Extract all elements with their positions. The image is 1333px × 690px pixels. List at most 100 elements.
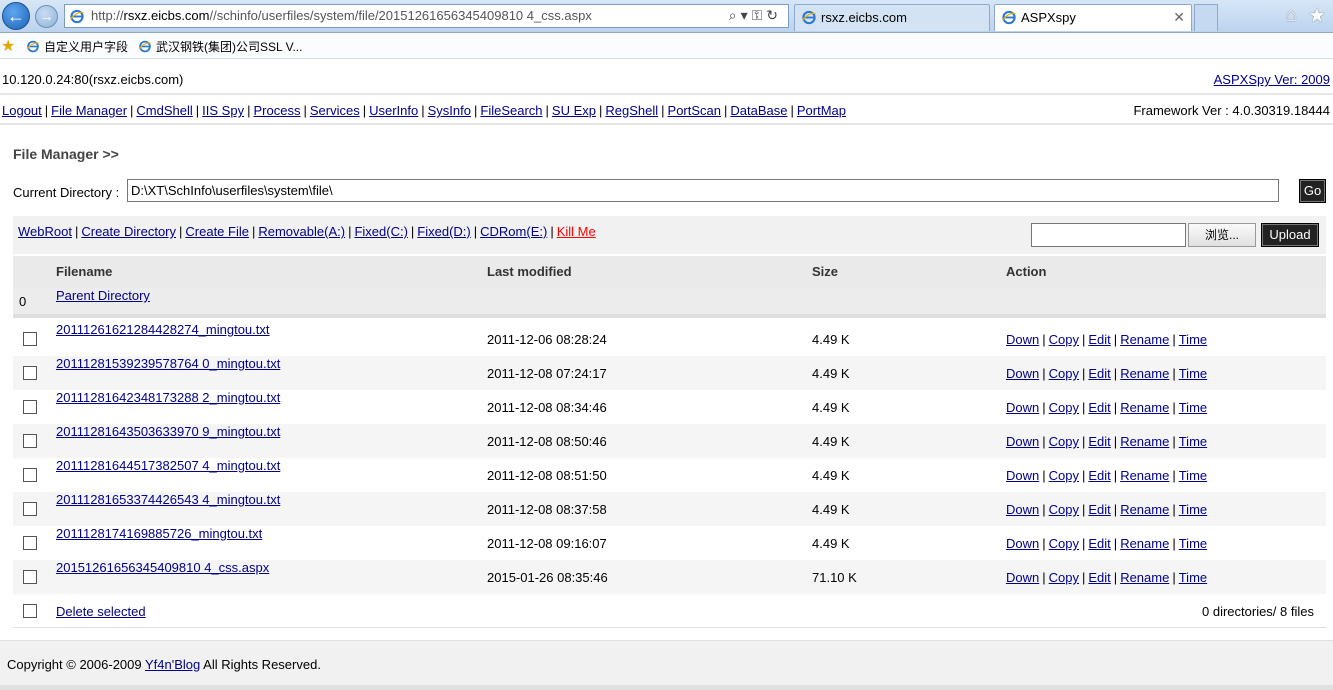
action-edit[interactable]: Edit [1088, 400, 1110, 415]
nav-services[interactable]: Services [310, 103, 360, 118]
nav-file-manager[interactable]: File Manager [51, 103, 127, 118]
action-time[interactable]: Time [1179, 570, 1207, 585]
nav-userinfo[interactable]: UserInfo [369, 103, 418, 118]
address-bar[interactable]: http://rsxz.eicbs.com//schinfo/userfiles… [64, 4, 789, 28]
row-checkbox[interactable] [23, 502, 37, 516]
action-rename[interactable]: Rename [1120, 400, 1169, 415]
action-rename[interactable]: Rename [1120, 536, 1169, 551]
nav-cmdshell[interactable]: CmdShell [136, 103, 192, 118]
action-down[interactable]: Down [1006, 468, 1039, 483]
forward-arrow-icon[interactable]: → [35, 5, 58, 28]
address-controls[interactable]: ⌕▾⚿↻ [729, 7, 782, 24]
toolbar-fixed-c[interactable]: Fixed(C:) [354, 224, 407, 239]
nav-sysinfo[interactable]: SysInfo [428, 103, 471, 118]
favorite-item[interactable]: 武汉钢铁(集团)公司SSL V... [138, 38, 302, 55]
action-down[interactable]: Down [1006, 502, 1039, 517]
new-tab-button[interactable] [1194, 4, 1218, 31]
action-copy[interactable]: Copy [1049, 468, 1079, 483]
toolbar-kill-me[interactable]: Kill Me [557, 224, 596, 239]
nav-su-exp[interactable]: SU Exp [552, 103, 596, 118]
favorites-icon[interactable]: ★ [1, 36, 15, 56]
file-name-link[interactable]: 20111281643503633970 9_mingtou.txt [56, 424, 280, 439]
action-copy[interactable]: Copy [1049, 400, 1079, 415]
row-checkbox[interactable] [23, 400, 37, 414]
upload-button[interactable]: Upload [1261, 223, 1319, 247]
action-down[interactable]: Down [1006, 570, 1039, 585]
row-checkbox[interactable] [23, 570, 37, 584]
toolbar-cdrom-e[interactable]: CDRom(E:) [480, 224, 547, 239]
nav-portscan[interactable]: PortScan [668, 103, 721, 118]
home-icon[interactable]: ⌂ [1285, 4, 1297, 27]
toolbar-removable-a[interactable]: Removable(A:) [258, 224, 345, 239]
toolbar-create-directory[interactable]: Create Directory [81, 224, 176, 239]
delete-selected-link[interactable]: Delete selected [56, 604, 146, 619]
row-checkbox[interactable] [23, 536, 37, 550]
action-rename[interactable]: Rename [1120, 366, 1169, 381]
row-checkbox[interactable] [23, 366, 37, 380]
action-rename[interactable]: Rename [1120, 332, 1169, 347]
action-down[interactable]: Down [1006, 434, 1039, 449]
toolbar-create-file[interactable]: Create File [185, 224, 249, 239]
file-name-link[interactable]: 20111281539239578764 0_mingtou.txt [56, 356, 280, 371]
toolbar-webroot[interactable]: WebRoot [18, 224, 72, 239]
action-copy[interactable]: Copy [1049, 570, 1079, 585]
action-edit[interactable]: Edit [1088, 366, 1110, 381]
select-all-checkbox[interactable] [23, 604, 37, 618]
action-edit[interactable]: Edit [1088, 468, 1110, 483]
file-name-link[interactable]: 2011128174169885726_mingtou.txt [56, 526, 262, 541]
action-edit[interactable]: Edit [1088, 536, 1110, 551]
nav-iis-spy[interactable]: IIS Spy [202, 103, 244, 118]
file-name-link[interactable]: 20111281642348173288 2_mingtou.txt [56, 390, 280, 405]
action-rename[interactable]: Rename [1120, 468, 1169, 483]
nav-process[interactable]: Process [253, 103, 300, 118]
action-time[interactable]: Time [1179, 536, 1207, 551]
favorite-item[interactable]: 自定义用户字段 [26, 38, 128, 55]
action-edit[interactable]: Edit [1088, 434, 1110, 449]
action-copy[interactable]: Copy [1049, 434, 1079, 449]
nav-filesearch[interactable]: FileSearch [480, 103, 542, 118]
tab-aspxspy[interactable]: ASPXspy ✕ [994, 4, 1192, 31]
file-name-link[interactable]: 20111281644517382507 4_mingtou.txt [56, 458, 280, 473]
blog-link[interactable]: Yf4n'Blog [145, 657, 200, 672]
action-copy[interactable]: Copy [1049, 366, 1079, 381]
action-rename[interactable]: Rename [1120, 570, 1169, 585]
browse-button[interactable]: 浏览... [1188, 223, 1256, 247]
toolbar-fixed-d[interactable]: Fixed(D:) [417, 224, 470, 239]
favorites-star-icon[interactable]: ★ [1308, 3, 1326, 28]
action-edit[interactable]: Edit [1088, 502, 1110, 517]
upload-file-input[interactable] [1031, 223, 1186, 247]
nav-portmap[interactable]: PortMap [797, 103, 846, 118]
action-rename[interactable]: Rename [1120, 434, 1169, 449]
action-down[interactable]: Down [1006, 332, 1039, 347]
action-copy[interactable]: Copy [1049, 332, 1079, 347]
action-down[interactable]: Down [1006, 536, 1039, 551]
nav-database[interactable]: DataBase [730, 103, 787, 118]
action-time[interactable]: Time [1179, 400, 1207, 415]
version-link[interactable]: ASPXSpy Ver: 2009 [1214, 72, 1330, 87]
row-checkbox[interactable] [23, 332, 37, 346]
back-arrow-icon[interactable]: ← [2, 2, 30, 30]
current-directory-input[interactable] [127, 179, 1279, 202]
action-down[interactable]: Down [1006, 366, 1039, 381]
file-name-link[interactable]: 20111281653374426543 4_mingtou.txt [56, 492, 280, 507]
action-copy[interactable]: Copy [1049, 502, 1079, 517]
file-name-link[interactable]: 20111261621284428274_mingtou.txt [56, 322, 269, 337]
nav-regshell[interactable]: RegShell [605, 103, 658, 118]
nav-logout[interactable]: Logout [2, 103, 42, 118]
action-time[interactable]: Time [1179, 366, 1207, 381]
action-copy[interactable]: Copy [1049, 536, 1079, 551]
action-time[interactable]: Time [1179, 502, 1207, 517]
row-checkbox[interactable] [23, 434, 37, 448]
tab-rsxz[interactable]: rsxz.eicbs.com [794, 4, 990, 31]
action-time[interactable]: Time [1179, 434, 1207, 449]
action-edit[interactable]: Edit [1088, 570, 1110, 585]
action-time[interactable]: Time [1179, 332, 1207, 347]
file-name-link[interactable]: 20151261656345409810 4_css.aspx [56, 560, 269, 575]
row-checkbox[interactable] [23, 468, 37, 482]
action-time[interactable]: Time [1179, 468, 1207, 483]
action-rename[interactable]: Rename [1120, 502, 1169, 517]
horizontal-scrollbar[interactable] [0, 685, 1333, 690]
close-icon[interactable]: ✕ [1173, 9, 1185, 26]
go-button[interactable]: Go [1299, 179, 1326, 203]
action-down[interactable]: Down [1006, 400, 1039, 415]
